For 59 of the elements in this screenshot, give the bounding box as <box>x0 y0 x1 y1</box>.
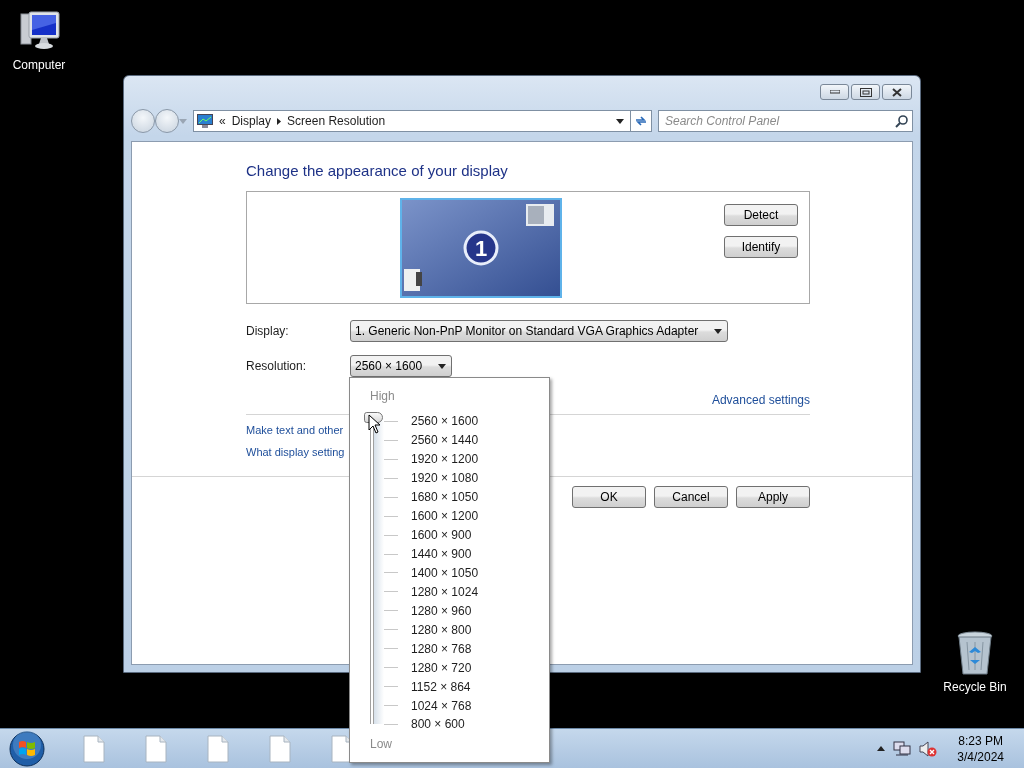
resolution-option[interactable]: 1152 × 864 <box>411 679 471 694</box>
resolution-option[interactable]: 1280 × 960 <box>411 603 472 618</box>
resolution-option[interactable]: 1280 × 768 <box>411 641 472 656</box>
display-dropdown[interactable]: 1. Generic Non-PnP Monitor on Standard VGA Graphics Adapter <box>350 320 729 342</box>
dropdown-arrow-icon[interactable] <box>714 328 723 334</box>
resolution-option[interactable]: 2560 × 1440 <box>411 433 479 448</box>
clock[interactable]: 8:23 PM 3/4/2024 <box>957 732 1004 765</box>
resolution-option[interactable]: 1400 × 1050 <box>411 565 479 580</box>
chevron-icon[interactable] <box>277 117 282 125</box>
detect-button[interactable]: Detect <box>724 204 798 226</box>
resolution-option[interactable]: 1920 × 1080 <box>411 471 479 486</box>
cancel-button[interactable]: Cancel <box>654 486 728 508</box>
overflow-chevron[interactable]: « <box>219 114 226 128</box>
resolution-option[interactable]: 1920 × 1200 <box>411 452 479 467</box>
scale-label: High <box>370 389 396 403</box>
monitor-icon <box>197 114 213 128</box>
advanced-settings-link[interactable]: Advanced settings <box>711 393 810 407</box>
start-button[interactable] <box>8 729 46 768</box>
resolution-option[interactable]: 1440 × 900 <box>411 547 472 562</box>
refresh-button[interactable] <box>630 110 652 132</box>
resolution-option[interactable]: 1280 × 720 <box>411 660 472 675</box>
icon-label[interactable]: Recycle Bin <box>943 680 1007 694</box>
resolution-option[interactable]: 1600 × 900 <box>411 528 472 543</box>
trash-bin-icon[interactable] <box>955 630 995 678</box>
search-icon[interactable] <box>895 115 908 128</box>
help-link[interactable]: What display setting <box>246 446 345 458</box>
page-heading: Change the appearance of your display <box>246 162 509 179</box>
close-button[interactable] <box>882 84 912 100</box>
resolution-option[interactable]: 1680 × 1050 <box>411 490 479 505</box>
resolution-dropdown[interactable]: 2560 × 1600 <box>350 355 453 377</box>
speaker-muted-icon[interactable] <box>919 740 938 757</box>
apply-button[interactable]: Apply <box>736 486 810 508</box>
resolution-option[interactable]: 1280 × 1024 <box>411 584 479 599</box>
resolution-option[interactable]: 1600 × 1200 <box>411 509 479 524</box>
refresh-arrows-icon[interactable] <box>634 115 648 127</box>
field-label: Resolution: <box>246 359 308 373</box>
dropdown-arrow-icon[interactable] <box>616 118 624 124</box>
close-icon[interactable] <box>892 87 902 97</box>
resolution-option[interactable]: 800 × 600 <box>411 717 465 732</box>
breadcrumb[interactable]: Display <box>231 114 272 128</box>
help-link[interactable]: Make text and other <box>246 424 344 436</box>
monitor-thumbnail[interactable]: 1 <box>400 198 562 298</box>
identify-button[interactable]: Identify <box>724 236 798 258</box>
network-icon[interactable] <box>893 740 912 757</box>
resolution-option[interactable]: 2560 × 1600 <box>411 414 479 429</box>
address-bar[interactable]: « Display Screen Resolution <box>193 110 631 132</box>
dropdown-arrow-icon[interactable] <box>438 363 447 369</box>
maximize-button[interactable] <box>851 84 880 100</box>
search-field[interactable]: Search Control Panel <box>658 110 913 132</box>
caret-up-icon[interactable] <box>877 746 886 751</box>
restore-icon[interactable] <box>859 87 872 97</box>
minimize-icon[interactable] <box>829 90 840 94</box>
icon-label[interactable]: Computer <box>12 58 66 72</box>
resolution-option[interactable]: 1280 × 800 <box>411 622 472 637</box>
field-label: Display: <box>246 324 290 338</box>
resolution-option[interactable]: 1024 × 768 <box>411 698 472 713</box>
scale-label: Low <box>370 736 393 751</box>
ok-button[interactable]: OK <box>572 486 646 508</box>
breadcrumb[interactable]: Screen Resolution <box>287 114 386 128</box>
